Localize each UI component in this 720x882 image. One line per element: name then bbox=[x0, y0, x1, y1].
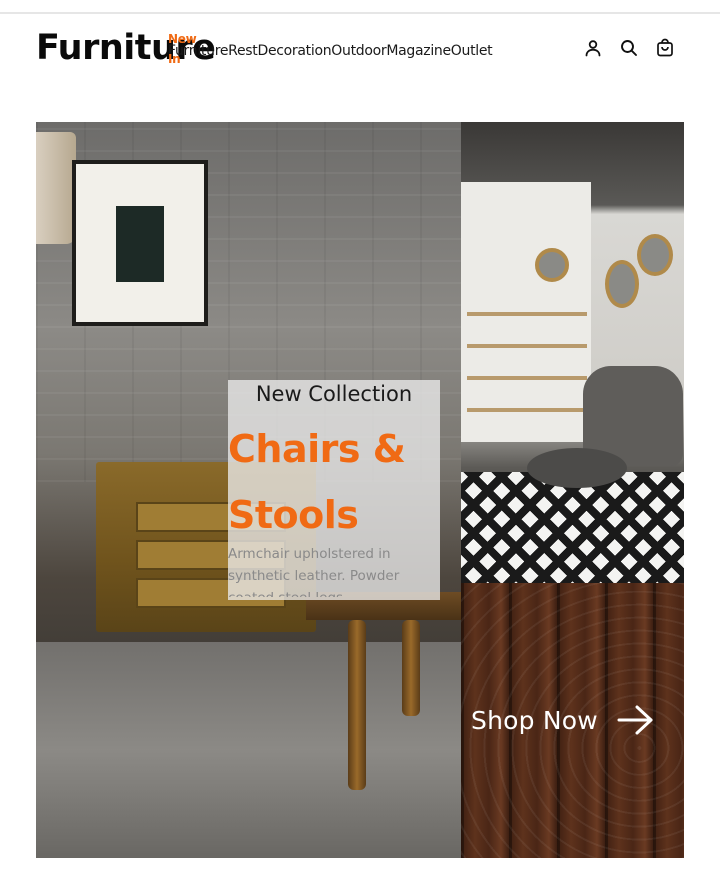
modern-room-image bbox=[461, 122, 684, 583]
nav-item-outdoor[interactable]: Outdoor bbox=[331, 42, 386, 60]
nav-item-rest[interactable]: Rest bbox=[228, 42, 258, 60]
table-leg bbox=[402, 620, 420, 716]
shop-now-label: Shop Now bbox=[471, 705, 598, 735]
coffee-table bbox=[527, 448, 627, 488]
new-badge: New bbox=[168, 32, 197, 46]
shelf-board bbox=[467, 344, 587, 348]
site-header: Furniture New In Furniture RestDecoratio… bbox=[0, 14, 720, 94]
collection-title: Chairs & Stools bbox=[228, 427, 406, 537]
arrow-right-icon bbox=[616, 703, 656, 737]
shop-now-link[interactable]: Shop Now bbox=[471, 703, 656, 737]
round-mirror bbox=[605, 260, 639, 308]
wood-panel-image: Shop Now bbox=[461, 583, 684, 858]
nav-item-decoration[interactable]: Decoration bbox=[257, 42, 331, 60]
search-icon[interactable] bbox=[619, 38, 639, 58]
nav-item-magazine[interactable]: Magazine bbox=[386, 42, 451, 60]
user-icon[interactable] bbox=[583, 38, 603, 58]
floor-lamp-shade bbox=[36, 132, 76, 244]
wall-art-frame bbox=[72, 160, 208, 326]
round-mirror bbox=[637, 234, 673, 276]
wall-art bbox=[116, 206, 164, 282]
shelf-board bbox=[467, 376, 587, 380]
new-badge-line2: In bbox=[168, 52, 181, 66]
collection-description: Armchair upholstered in synthetic leathe… bbox=[228, 546, 400, 597]
shelf-board bbox=[467, 408, 587, 412]
nav-item-outlet[interactable]: Outlet bbox=[451, 42, 493, 60]
wall-clock bbox=[535, 248, 569, 282]
table-leg bbox=[348, 620, 366, 790]
collection-kicker: New Collection bbox=[255, 382, 413, 406]
cart-icon[interactable] bbox=[655, 38, 675, 58]
nav-item-furniture[interactable]: New In Furniture bbox=[168, 32, 228, 66]
geometric-rug bbox=[461, 472, 684, 583]
main-nav: New In Furniture RestDecorationOutdoorMa… bbox=[168, 32, 493, 66]
floor-rug bbox=[36, 642, 461, 858]
shelf-board bbox=[467, 312, 587, 316]
collection-card: New Collection Chairs & Stools Armchair … bbox=[228, 380, 440, 600]
